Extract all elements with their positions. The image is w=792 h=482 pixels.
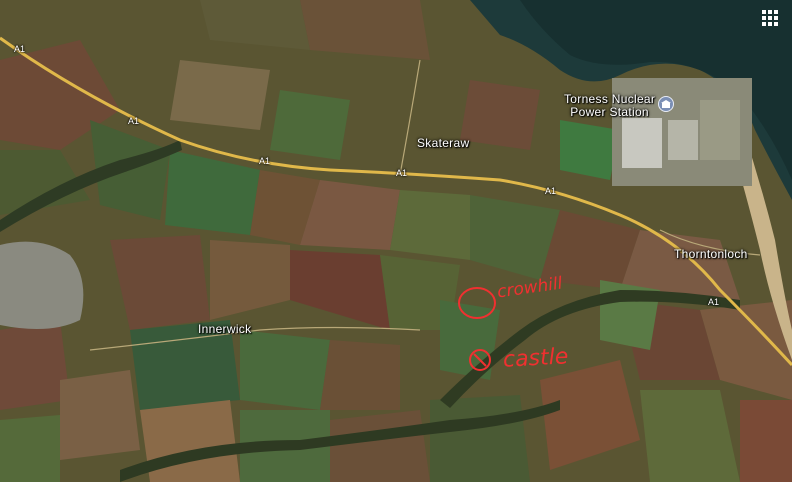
satellite-map[interactable]: [0, 0, 792, 482]
place-label-thorntonloch[interactable]: Thorntonloch: [674, 247, 748, 261]
a1-label: A1: [396, 168, 408, 178]
a1-label: A1: [545, 186, 557, 196]
a1-label: A1: [259, 156, 271, 166]
annotation-castle: castle: [502, 344, 569, 373]
landmark-icon[interactable]: [658, 96, 674, 112]
apps-grid-icon[interactable]: [762, 10, 778, 26]
a1-label: A1: [128, 116, 140, 126]
a1-label: A1: [14, 44, 26, 54]
place-label-innerwick[interactable]: Innerwick: [198, 322, 251, 336]
place-label-power-station[interactable]: Torness Nuclear Power Station: [564, 93, 655, 119]
a1-label: A1: [708, 297, 720, 307]
place-label-skateraw[interactable]: Skateraw: [417, 136, 469, 150]
